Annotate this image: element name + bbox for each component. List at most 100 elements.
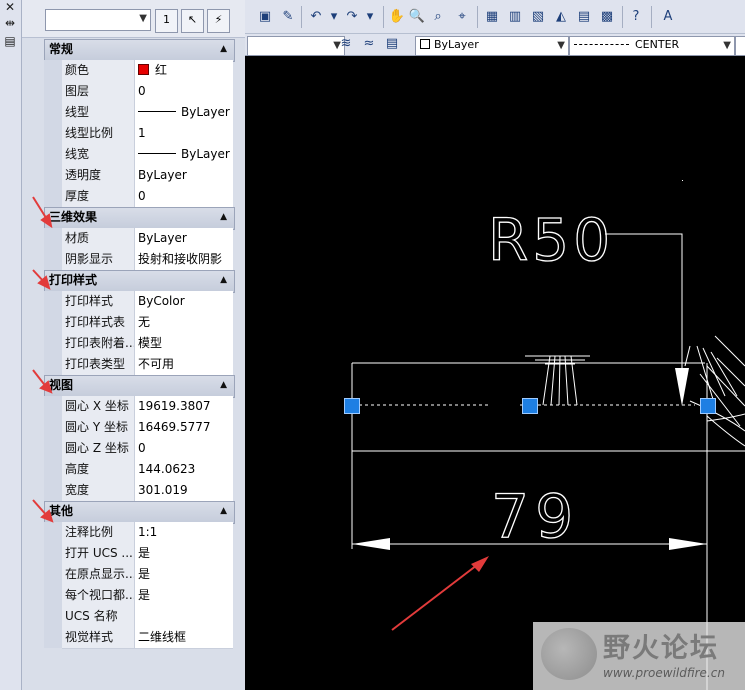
color-combo[interactable]: ByLayer ▼: [415, 36, 569, 56]
color-swatch: [138, 64, 149, 75]
property-value[interactable]: 19619.3807: [134, 396, 233, 418]
collapse-icon[interactable]: ▲: [220, 271, 227, 290]
layer-combo[interactable]: ▼: [247, 36, 345, 56]
property-value[interactable]: ByLayer: [134, 144, 233, 166]
property-value-text: 16469.5777: [138, 420, 211, 434]
property-row[interactable]: 视觉样式 二维线框: [62, 627, 233, 649]
property-row[interactable]: 打印样式 ByColor: [62, 291, 233, 313]
property-value[interactable]: 16469.5777: [134, 417, 233, 439]
markup-icon[interactable]: ▤: [575, 8, 593, 26]
lineweight-combo[interactable]: [735, 36, 745, 56]
property-row[interactable]: 材质 ByLayer: [62, 228, 233, 250]
layer-manager-icon[interactable]: ▤: [383, 35, 401, 53]
tool-palettes-icon[interactable]: ▧: [529, 8, 547, 26]
properties-icon[interactable]: ▦: [483, 8, 501, 26]
property-value[interactable]: 1: [134, 123, 233, 145]
watermark-url: www.proewildfire.cn: [603, 666, 725, 680]
close-icon[interactable]: ✕: [3, 0, 17, 14]
linetype-combo-value: CENTER: [635, 38, 680, 51]
property-row[interactable]: 图层 0: [62, 81, 233, 103]
property-row[interactable]: 厚度 0: [62, 186, 233, 208]
watermark-title: 野火论坛: [603, 633, 719, 664]
property-value[interactable]: 0: [134, 81, 233, 103]
property-row[interactable]: 打印表类型 不可用: [62, 354, 233, 376]
pan-icon[interactable]: ✋: [388, 8, 406, 26]
auto-hide-icon[interactable]: ⇹: [3, 16, 17, 30]
property-row[interactable]: 高度 144.0623: [62, 459, 233, 481]
collapse-icon[interactable]: ▲: [220, 502, 227, 521]
property-row[interactable]: 透明度 ByLayer: [62, 165, 233, 187]
standard-toolbar: ▣ ✎ ↶ ▾ ↷ ▾ ✋ 🔍 ⌕ ⌖ ▦ ▥ ▧ ◭ ▤ ▩ ? A: [245, 0, 745, 34]
property-value[interactable]: 144.0623: [134, 459, 233, 481]
property-value[interactable]: 0: [134, 186, 233, 208]
grip-center[interactable]: [522, 398, 538, 414]
make-current-layer-icon[interactable]: ≋: [337, 35, 355, 53]
property-value[interactable]: [134, 606, 233, 628]
select-objects-button[interactable]: ↖: [181, 9, 204, 33]
save-icon[interactable]: ▣: [256, 8, 274, 26]
property-row[interactable]: 线型比例 1: [62, 123, 233, 145]
zoom-realtime-icon[interactable]: 🔍: [408, 8, 426, 26]
property-value[interactable]: 是: [134, 543, 233, 565]
radius-text: R50: [488, 206, 614, 274]
property-value[interactable]: 不可用: [134, 354, 233, 376]
collapse-icon[interactable]: ▲: [220, 40, 227, 59]
sheet-set-icon[interactable]: ◭: [552, 8, 570, 26]
dim-arrow-right: [669, 538, 707, 550]
property-value[interactable]: ByColor: [134, 291, 233, 313]
text-style-icon[interactable]: A: [659, 8, 677, 26]
property-row[interactable]: 圆心 X 坐标 19619.3807: [62, 396, 233, 418]
grip-left[interactable]: [344, 398, 360, 414]
redo-dropdown-icon[interactable]: ▾: [361, 8, 379, 26]
property-row[interactable]: 阴影显示 投射和接收阴影: [62, 249, 233, 271]
properties-menu-icon[interactable]: ▤: [3, 34, 17, 48]
zoom-previous-icon[interactable]: ⌖: [453, 8, 471, 26]
property-value[interactable]: 是: [134, 585, 233, 607]
property-row[interactable]: 在原点显示... 是: [62, 564, 233, 586]
property-value[interactable]: 1:1: [134, 522, 233, 544]
property-value[interactable]: 301.019: [134, 480, 233, 502]
match-properties-icon[interactable]: ✎: [279, 8, 297, 26]
help-icon[interactable]: ?: [627, 8, 645, 26]
property-value[interactable]: ByLayer: [134, 228, 233, 250]
property-row[interactable]: 打印样式表无: [62, 312, 233, 334]
line-sample: [138, 153, 176, 154]
property-value-text: 301.019: [138, 483, 188, 497]
property-row[interactable]: 圆心 Z 坐标 0: [62, 438, 233, 460]
collapse-icon[interactable]: ▲: [220, 376, 227, 395]
property-value[interactable]: 二维线框: [134, 627, 233, 649]
property-value[interactable]: ByLayer: [134, 165, 233, 187]
undo-icon[interactable]: ↶: [307, 8, 325, 26]
property-row[interactable]: 每个视口都... 是: [62, 585, 233, 607]
property-value[interactable]: 是: [134, 564, 233, 586]
grip-right[interactable]: [700, 398, 716, 414]
property-row[interactable]: 线宽 ByLayer: [62, 144, 233, 166]
property-value[interactable]: 模型: [134, 333, 233, 355]
collapse-icon[interactable]: ▲: [220, 208, 227, 227]
property-value-text: 投射和接收阴影: [138, 252, 223, 266]
design-center-icon[interactable]: ▥: [506, 8, 524, 26]
layer-previous-icon[interactable]: ≈: [360, 35, 378, 53]
redo-icon[interactable]: ↷: [343, 8, 361, 26]
property-value[interactable]: 无: [134, 312, 233, 334]
property-row[interactable]: 颜色红: [62, 60, 233, 82]
property-value[interactable]: ByLayer: [134, 102, 233, 124]
undo-dropdown-icon[interactable]: ▾: [325, 8, 343, 26]
toggle-pickadd-button[interactable]: 1: [155, 9, 178, 33]
property-row[interactable]: 圆心 Y 坐标 16469.5777: [62, 417, 233, 439]
linetype-combo[interactable]: CENTER ▼: [569, 36, 735, 56]
property-row[interactable]: 线型 ByLayer: [62, 102, 233, 124]
property-row[interactable]: 注释比例 1:1: [62, 522, 233, 544]
property-value[interactable]: 投射和接收阴影: [134, 249, 233, 271]
property-row[interactable]: 打印表附着... 模型: [62, 333, 233, 355]
drawing-canvas[interactable]: R50 79: [245, 56, 745, 690]
quick-select-button[interactable]: ⚡: [207, 9, 230, 33]
zoom-window-icon[interactable]: ⌕: [429, 8, 447, 26]
property-row[interactable]: UCS 名称: [62, 606, 233, 628]
property-row[interactable]: 打开 UCS ... 是: [62, 543, 233, 565]
property-value[interactable]: 0: [134, 438, 233, 460]
property-value[interactable]: 红: [134, 60, 233, 82]
chevron-down-icon: ▼: [139, 13, 147, 24]
property-row[interactable]: 宽度 301.019: [62, 480, 233, 502]
calculator-icon[interactable]: ▩: [598, 8, 616, 26]
